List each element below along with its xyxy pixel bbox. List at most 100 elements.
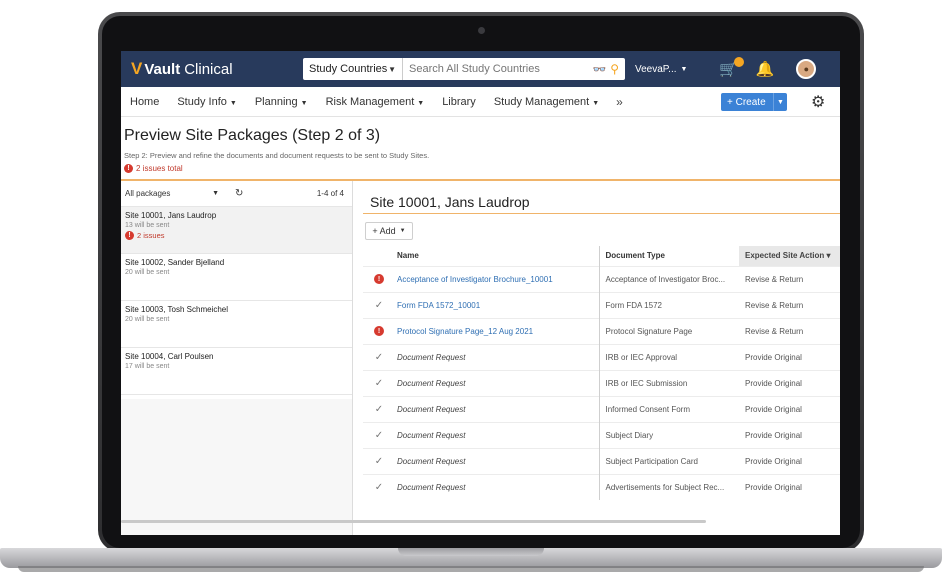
nav-planning[interactable]: Planning ▼ <box>246 96 317 108</box>
issues-total[interactable]: ! 2 issues total <box>124 164 183 173</box>
package-item[interactable]: Site 10003, Tosh Schmeichel 20 will be s… <box>121 301 352 348</box>
search-box: 👓 ⚲ <box>403 58 625 80</box>
package-sent-count: 20 will be sent <box>125 316 170 323</box>
package-item[interactable]: Site 10004, Carl Poulsen 17 will be sent <box>121 348 352 395</box>
package-sent-count: 13 will be sent <box>125 222 170 229</box>
caret-down-icon: ▼ <box>417 99 425 107</box>
search-icon[interactable]: ⚲ <box>610 62 619 76</box>
document-link[interactable]: Acceptance of Investigator Brochure_1000… <box>397 275 553 284</box>
search-input[interactable] <box>409 63 593 75</box>
checkmark-icon: ✓ <box>374 429 384 441</box>
caret-down-icon: ▼ <box>592 99 600 107</box>
brand-suffix: Clinical <box>184 60 233 78</box>
package-filter-dropdown[interactable]: All packages ▼ <box>125 189 219 198</box>
document-type-cell: Advertisements for Subject Rec... <box>598 473 739 500</box>
status-column-header <box>363 246 395 266</box>
nav-home[interactable]: Home <box>121 96 168 108</box>
table-row[interactable]: ! Acceptance of Investigator Brochure_10… <box>363 265 840 292</box>
package-issues-label: 2 issues <box>137 231 165 240</box>
package-count: 1-4 of 4 <box>316 189 344 198</box>
error-icon[interactable]: ! <box>374 274 384 285</box>
document-link[interactable]: Form FDA 1572_10001 <box>397 301 480 310</box>
document-request[interactable]: Document Request <box>397 483 465 492</box>
expected-action-cell: Provide Original <box>739 421 840 448</box>
document-type-cell: Form FDA 1572 <box>598 291 739 318</box>
nav-study-info[interactable]: Study Info ▼ <box>168 96 245 108</box>
package-name: Site 10002, Sander Bjelland <box>125 258 225 267</box>
package-item[interactable]: Site 10002, Sander Bjelland 20 will be s… <box>121 254 352 301</box>
documents-table: Name Document Type Expected Site Action … <box>363 246 840 500</box>
app-logo[interactable]: V Vault Clinical <box>131 59 301 79</box>
nav-label: Study Management <box>493 95 590 108</box>
table-row[interactable]: ✓ Document Request IRB or IEC Approval P… <box>363 343 840 370</box>
package-list-panel: All packages ▼ ↻ 1-4 of 4 Site 10001, Ja… <box>121 181 353 535</box>
nav-more-icon[interactable]: » <box>608 95 631 109</box>
checkmark-icon: ✓ <box>374 403 384 415</box>
document-request[interactable]: Document Request <box>397 379 465 388</box>
user-menu[interactable]: VeevaP... ▼ <box>635 64 701 75</box>
document-request[interactable]: Document Request <box>397 405 465 414</box>
add-button[interactable]: + Add ▼ <box>365 222 413 240</box>
nav-label: Study Info <box>177 95 227 108</box>
error-icon: ! <box>124 164 133 173</box>
document-link[interactable]: Protocol Signature Page_12 Aug 2021 <box>397 327 533 336</box>
search-scope-label: Study Countries <box>309 63 388 75</box>
name-column-header[interactable]: Name <box>395 246 599 266</box>
expected-action-cell: Provide Original <box>739 447 840 474</box>
laptop-mockup: V Vault Clinical Study Countries ▼ 👓 ⚲ V… <box>0 0 942 584</box>
avatar[interactable]: ● <box>796 59 817 79</box>
nav-label: Planning <box>254 95 298 108</box>
nav-label: Risk Management <box>325 95 415 108</box>
checkmark-icon: ✓ <box>374 351 384 363</box>
table-row[interactable]: ! Protocol Signature Page_12 Aug 2021 Pr… <box>363 317 840 344</box>
table-row[interactable]: ✓ Form FDA 1572_10001 Form FDA 1572 Revi… <box>363 291 840 318</box>
document-type-column-header[interactable]: Document Type <box>598 246 739 266</box>
package-item[interactable]: Site 10001, Jans Laudrop 13 will be sent… <box>121 207 352 254</box>
page-title: Preview Site Packages (Step 2 of 3) <box>124 127 381 144</box>
laptop-shadow <box>18 566 924 572</box>
document-type-cell: Subject Participation Card <box>598 447 739 474</box>
gear-icon[interactable]: ⚙ <box>811 92 825 112</box>
user-name: VeevaP... <box>635 63 677 75</box>
nav-library[interactable]: Library <box>433 96 485 108</box>
document-type-cell: IRB or IEC Submission <box>598 369 739 396</box>
table-row[interactable]: ✓ Document Request Subject Diary Provide… <box>363 421 840 448</box>
package-name: Site 10001, Jans Laudrop <box>125 211 217 220</box>
table-row[interactable]: ✓ Document Request Advertisements for Su… <box>363 473 840 500</box>
package-filter-label: All packages <box>125 189 171 198</box>
chevron-down-icon: ▼ <box>212 190 219 197</box>
error-icon[interactable]: ! <box>374 326 384 337</box>
table-row[interactable]: ✓ Document Request Informed Consent Form… <box>363 395 840 422</box>
document-type-cell: Subject Diary <box>598 421 739 448</box>
cart-icon[interactable]: 🛒 <box>719 57 744 78</box>
table-row[interactable]: ✓ Document Request Subject Participation… <box>363 447 840 474</box>
checkmark-icon: ✓ <box>374 455 384 467</box>
cart-badge <box>733 57 744 67</box>
main-nav: Home Study Info ▼ Planning ▼ Risk Manageme… <box>121 87 840 117</box>
nav-risk-management[interactable]: Risk Management ▼ <box>317 96 434 108</box>
expected-site-action-column-header[interactable]: Expected Site Action ▾ <box>739 246 840 266</box>
bell-icon[interactable]: 🔔 <box>756 60 775 78</box>
chevron-down-icon: ▼ <box>399 228 406 234</box>
chevron-down-icon[interactable]: ▼ <box>773 93 787 111</box>
caret-down-icon: ▼ <box>300 99 308 107</box>
document-request[interactable]: Document Request <box>397 353 465 362</box>
package-name: Site 10003, Tosh Schmeichel <box>125 305 229 314</box>
page-subtitle: Step 2: Preview and refine the documents… <box>124 151 430 160</box>
checkmark-icon: ✓ <box>374 299 384 311</box>
horizontal-scrollbar[interactable] <box>121 520 706 523</box>
document-request[interactable]: Document Request <box>397 431 465 440</box>
nav-study-management[interactable]: Study Management ▼ <box>485 96 608 108</box>
expected-action-cell: Provide Original <box>739 343 840 370</box>
search-scope-dropdown[interactable]: Study Countries ▼ <box>303 58 403 80</box>
binoculars-icon[interactable]: 👓 <box>593 63 607 76</box>
table-row[interactable]: ✓ Document Request IRB or IEC Submission… <box>363 369 840 396</box>
document-request[interactable]: Document Request <box>397 457 465 466</box>
package-list-header: All packages ▼ ↻ 1-4 of 4 <box>121 181 352 207</box>
document-type-cell: Acceptance of Investigator Broc... <box>598 265 739 292</box>
expected-action-cell: Revise & Return <box>739 317 840 344</box>
laptop-base-notch <box>398 548 544 556</box>
package-sent-count: 20 will be sent <box>125 269 170 276</box>
create-button[interactable]: + Create ▼ <box>721 93 787 111</box>
refresh-icon[interactable]: ↻ <box>235 188 243 199</box>
